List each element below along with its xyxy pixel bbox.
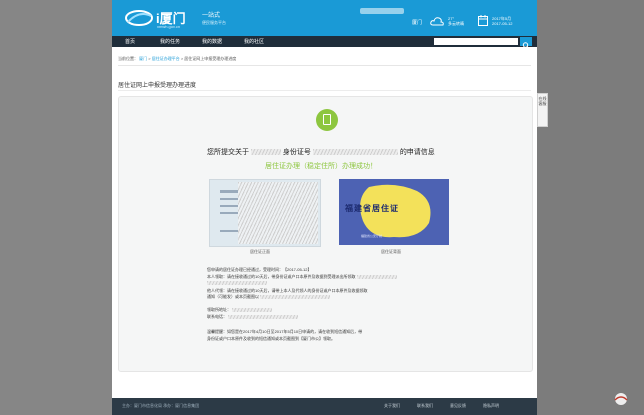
weather-readout: 27° 多云转晴 <box>448 16 464 26</box>
redacted-id-number <box>312 149 398 156</box>
site-logo-domain: xmwh.gov.cn <box>157 24 181 29</box>
divider <box>118 65 531 66</box>
nav-item-data[interactable]: 我的数据 <box>202 38 222 45</box>
redacted-card-front <box>238 182 318 244</box>
breadcrumb: 当前位置： 厦门 > 居住证办理平台 > 居住证网上申报受理办理进度 <box>118 56 237 61</box>
online-service-tab[interactable]: 在线客服 <box>537 93 548 127</box>
nav-item-tasks[interactable]: 我的任务 <box>160 38 180 45</box>
notice-pickup-address: 领取所地址： <box>207 307 273 313</box>
calendar-icon <box>478 15 488 26</box>
left-margin <box>0 0 112 415</box>
user-info-redacted <box>360 8 404 14</box>
breadcrumb-link-home[interactable]: 厦门 <box>139 56 147 61</box>
redacted-name <box>250 149 281 156</box>
card-back-image: 福建省居住证 福建省公安厅制 <box>339 179 449 245</box>
notice-proxy-pickup-cont: 通知（可能发）或本页截图以 <box>207 294 331 300</box>
city-label: 厦门 <box>412 20 423 26</box>
search-button[interactable] <box>520 37 532 49</box>
page-title: 居住证网上申报受理办理进度 <box>118 83 197 89</box>
card-front-caption: 居住证正面 <box>250 249 270 254</box>
card-back-title: 福建省居住证 <box>345 204 399 213</box>
notice-accept-line: 您申请的居住证办理已经通过，受理时间：【2017-05-12】 <box>207 267 312 272</box>
footer-link-feedback[interactable]: 意见反馈 <box>450 403 466 409</box>
site-header: i厦门 xmwh.gov.cn 一站式 便民服务平台 厦门 27° 多云转晴 2… <box>112 0 537 36</box>
card-back-caption: 居住证背面 <box>381 249 401 254</box>
result-panel: 您所提交关于 身份证号 的申请信息 居住证办理（稳定住所）办理成功！ 居住证正面… <box>118 96 533 372</box>
notice-redacted <box>207 280 267 286</box>
right-margin <box>537 0 644 415</box>
notice-reminder: 温馨提醒：如您是在2017年4月10日至2017年5月10日申请的，请在收到短信… <box>207 329 363 334</box>
cloud-icon <box>430 17 444 26</box>
nav-item-community[interactable]: 我的社区 <box>244 38 264 45</box>
breadcrumb-link-platform[interactable]: 居住证办理平台 <box>152 56 180 61</box>
divider <box>118 90 531 91</box>
nav-item-home[interactable]: 首页 <box>125 38 135 45</box>
footer-link-contact[interactable]: 联系我们 <box>417 403 433 409</box>
watermark-logo-icon <box>614 393 628 405</box>
search-icon <box>522 42 530 49</box>
footer-link-privacy[interactable]: 隐私声明 <box>483 403 499 409</box>
footer-copyright: 主办：厦门市信息化局 承办：厦门信息集团 <box>122 403 200 408</box>
success-message: 居住证办理（稳定住所）办理成功！ <box>265 163 377 170</box>
date-readout: 2017年5月 2017-05-12 <box>492 16 513 26</box>
application-info-line: 您所提交关于 身份证号 的申请信息 <box>207 149 435 156</box>
header-slogan-sub: 便民服务平台 <box>202 20 226 25</box>
document-check-icon <box>316 109 338 131</box>
breadcrumb-current: 居住证网上申报受理办理进度 <box>184 56 237 61</box>
card-back-footer: 福建省公安厅制 <box>361 234 383 238</box>
page-container: i厦门 xmwh.gov.cn 一站式 便民服务平台 厦门 27° 多云转晴 2… <box>112 0 537 415</box>
footer-link-about[interactable]: 关于我们 <box>384 403 400 409</box>
header-slogan: 一站式 <box>202 13 221 19</box>
card-front-image <box>209 179 321 247</box>
site-footer: 主办：厦门市信息化局 承办：厦门信息集团 关于我们 联系我们 意见反馈 隐私声明 <box>112 398 537 415</box>
search-input[interactable] <box>434 38 518 45</box>
notice-phone: 联系电话： <box>207 314 299 320</box>
logo-swoosh-icon <box>125 10 153 26</box>
notice-reminder-cont: 身份证或户口本原件及收到的短信通知或本页截图到【厦门市公】领取。 <box>207 336 335 341</box>
